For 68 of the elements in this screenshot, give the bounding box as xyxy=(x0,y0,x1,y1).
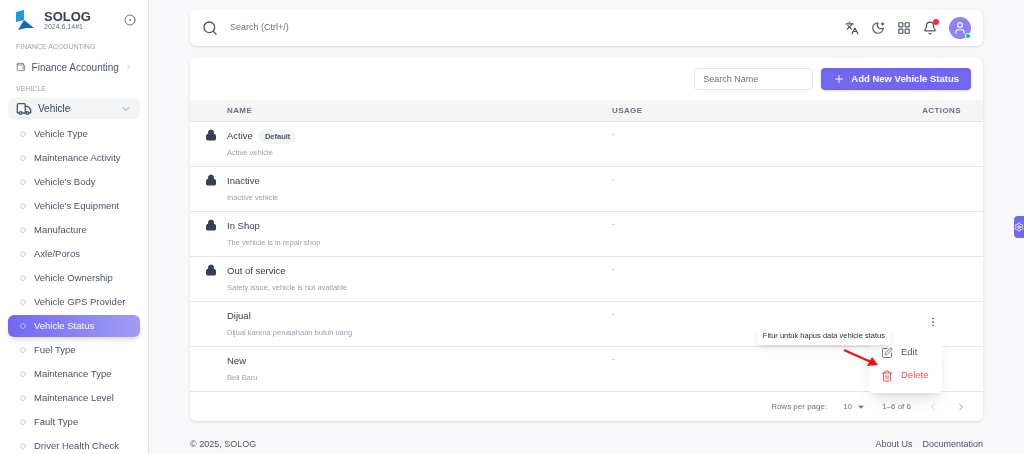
search-name-field[interactable]: Search Name xyxy=(694,68,814,90)
status-name: Dijual xyxy=(227,309,251,324)
status-name: Inactive xyxy=(227,174,260,189)
submenu-item[interactable]: Driver Health Check xyxy=(8,435,140,454)
status-name: Active xyxy=(227,129,253,144)
moon-icon[interactable] xyxy=(871,21,885,35)
submenu-item[interactable]: Maintenance Activity xyxy=(8,147,140,169)
bullet-icon xyxy=(20,251,26,257)
bullet-icon xyxy=(20,179,26,185)
submenu-item[interactable]: Axle/Poros xyxy=(8,243,140,265)
status-name: Out of service xyxy=(227,264,286,279)
submenu-item[interactable]: Vehicle's Body xyxy=(8,171,140,193)
usage-cell: - xyxy=(612,263,615,275)
footer-link[interactable]: About Us xyxy=(875,438,913,452)
bullet-icon xyxy=(20,227,26,233)
page-range: 1–6 of 6 xyxy=(882,400,911,413)
column-header: NAME xyxy=(227,104,254,117)
bullet-icon xyxy=(20,395,26,401)
truck-icon xyxy=(16,100,32,117)
pointer-arrow xyxy=(843,348,879,368)
collapse-toggle-icon[interactable] xyxy=(124,14,136,26)
footer-link[interactable]: Documentation xyxy=(922,438,983,452)
submenu-item[interactable]: Maintenance Level xyxy=(8,387,140,409)
bullet-icon xyxy=(20,131,26,137)
language-icon[interactable] xyxy=(845,21,859,35)
copyright-text: © 2025, SOLOG xyxy=(190,438,258,451)
submenu-item[interactable]: Fault Type xyxy=(8,411,140,433)
menu-item[interactable]: Vehicle xyxy=(8,98,140,119)
submenu-item[interactable]: Maintenance Type xyxy=(8,363,140,385)
status-name: In Shop xyxy=(227,219,260,234)
add-button[interactable]: Add New Vehicle Status xyxy=(821,68,971,90)
menu-item[interactable]: Finance Accounting xyxy=(8,56,140,78)
usage-cell: - xyxy=(612,173,615,185)
submenu-item[interactable]: Fuel Type xyxy=(8,339,140,361)
brand-name: SOLOG xyxy=(44,10,91,23)
bullet-icon xyxy=(20,203,26,209)
bullet-icon xyxy=(20,299,26,305)
column-header: ACTIONS xyxy=(922,104,961,117)
search-icon xyxy=(202,20,218,36)
submenu-item[interactable]: Manufacture xyxy=(8,219,140,241)
rows-per-page-label: Rows per page: xyxy=(771,400,828,413)
bullet-icon xyxy=(20,347,26,353)
submenu-item[interactable]: Vehicle Ownership xyxy=(8,267,140,289)
column-header: USAGE xyxy=(612,104,644,117)
trash-icon xyxy=(881,369,893,382)
usage-cell: - xyxy=(612,353,615,365)
bullet-icon xyxy=(20,275,26,281)
edit-icon xyxy=(881,346,893,359)
bullet-icon xyxy=(20,155,26,161)
bullet-icon xyxy=(20,419,26,425)
bullet-icon xyxy=(20,443,26,449)
plus-icon xyxy=(833,73,846,85)
bell-icon[interactable] xyxy=(923,21,937,35)
bullet-icon xyxy=(20,323,26,329)
user-silhouette-icon xyxy=(953,21,967,35)
submenu-item[interactable]: Vehicle's Equipment xyxy=(8,195,140,217)
rows-per-page-select[interactable]: 10 xyxy=(843,400,867,413)
submenu-item[interactable]: Vehicle GPS Provider xyxy=(8,291,140,313)
submenu-item[interactable]: Vehicle Type xyxy=(8,123,140,145)
avatar[interactable] xyxy=(949,17,971,39)
bullet-icon xyxy=(20,371,26,377)
usage-cell: - xyxy=(612,218,615,230)
grid-icon[interactable] xyxy=(897,21,911,35)
search-input[interactable]: Search (Ctrl+/) xyxy=(230,21,833,35)
status-name: New xyxy=(227,354,246,369)
usage-cell: - xyxy=(612,308,615,320)
customizer-tab[interactable] xyxy=(1014,216,1024,238)
usage-cell: - xyxy=(612,128,615,140)
